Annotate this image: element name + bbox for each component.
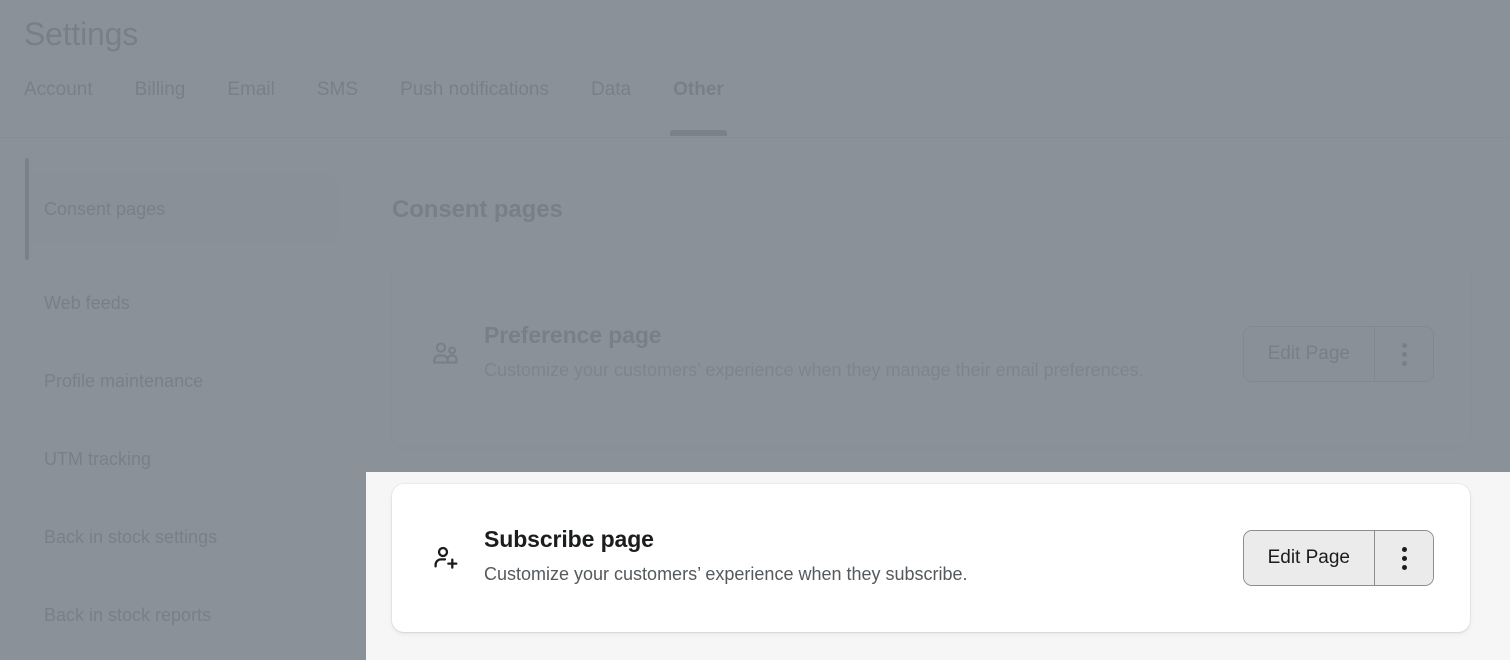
edit-page-split-button: Edit Page xyxy=(1242,530,1434,586)
settings-sidebar: Consent pages Web feeds Profile maintena… xyxy=(0,138,366,660)
settings-page: Settings Account Billing Email SMS Push … xyxy=(0,0,1510,660)
person-add-icon xyxy=(428,541,462,575)
page-title: Settings xyxy=(24,16,139,52)
more-actions-button[interactable] xyxy=(1375,327,1433,381)
edit-page-split-button: Edit Page xyxy=(1242,326,1434,382)
subscribe-page-card: Subscribe page Customize your customers’… xyxy=(392,484,1470,632)
sidebar-item-label: UTM tracking xyxy=(44,449,152,469)
card-heading: Subscribe page xyxy=(484,526,654,552)
sidebar-item-consent-pages[interactable]: Consent pages xyxy=(25,158,338,260)
content-area: Consent pages Preference page Customize … xyxy=(366,138,1510,660)
edit-page-button[interactable]: Edit Page xyxy=(1243,327,1374,381)
sidebar-item-back-in-stock-reports[interactable]: Back in stock reports xyxy=(25,596,338,634)
sidebar-item-label: Back in stock reports xyxy=(44,605,212,625)
settings-tabs: Account Billing Email SMS Push notificat… xyxy=(24,78,766,137)
tab-data[interactable]: Data xyxy=(591,78,631,102)
page-body: Consent pages Web feeds Profile maintena… xyxy=(0,138,1510,660)
sidebar-item-profile-maintenance[interactable]: Profile maintenance xyxy=(25,362,338,400)
sidebar-item-utm-tracking[interactable]: UTM tracking xyxy=(25,440,338,478)
card-description: Customize your customers’ experience whe… xyxy=(484,564,968,584)
section-title: Consent pages xyxy=(392,196,563,223)
sidebar-item-web-feeds[interactable]: Web feeds xyxy=(25,284,338,322)
sidebar-item-label: Web feeds xyxy=(44,293,130,313)
sidebar-item-label: Consent pages xyxy=(44,199,166,219)
card-heading: Preference page xyxy=(484,322,662,348)
tab-sms[interactable]: SMS xyxy=(317,78,358,102)
tab-email[interactable]: Email xyxy=(227,78,275,102)
tab-billing[interactable]: Billing xyxy=(135,78,186,102)
card-text: Preference page Customize your customers… xyxy=(484,320,1243,388)
tab-account[interactable]: Account xyxy=(24,78,93,102)
sidebar-item-label: Profile maintenance xyxy=(44,371,204,391)
card-text: Subscribe page Customize your customers’… xyxy=(484,524,1243,592)
tab-other[interactable]: Other xyxy=(670,78,727,136)
card-description: Customize your customers’ experience whe… xyxy=(484,360,1144,380)
edit-page-button[interactable]: Edit Page xyxy=(1243,531,1374,585)
sidebar-item-back-in-stock-settings[interactable]: Back in stock settings xyxy=(25,518,338,556)
tab-push-notifications[interactable]: Push notifications xyxy=(400,78,549,102)
more-actions-button[interactable] xyxy=(1375,531,1433,585)
vertical-dots-icon xyxy=(1401,546,1407,570)
preference-page-card: Preference page Customize your customers… xyxy=(392,262,1470,446)
page-header: Settings Account Billing Email SMS Push … xyxy=(0,0,1510,138)
vertical-dots-icon xyxy=(1401,342,1407,366)
two-people-icon xyxy=(428,337,462,371)
sidebar-item-label: Back in stock settings xyxy=(44,527,218,547)
